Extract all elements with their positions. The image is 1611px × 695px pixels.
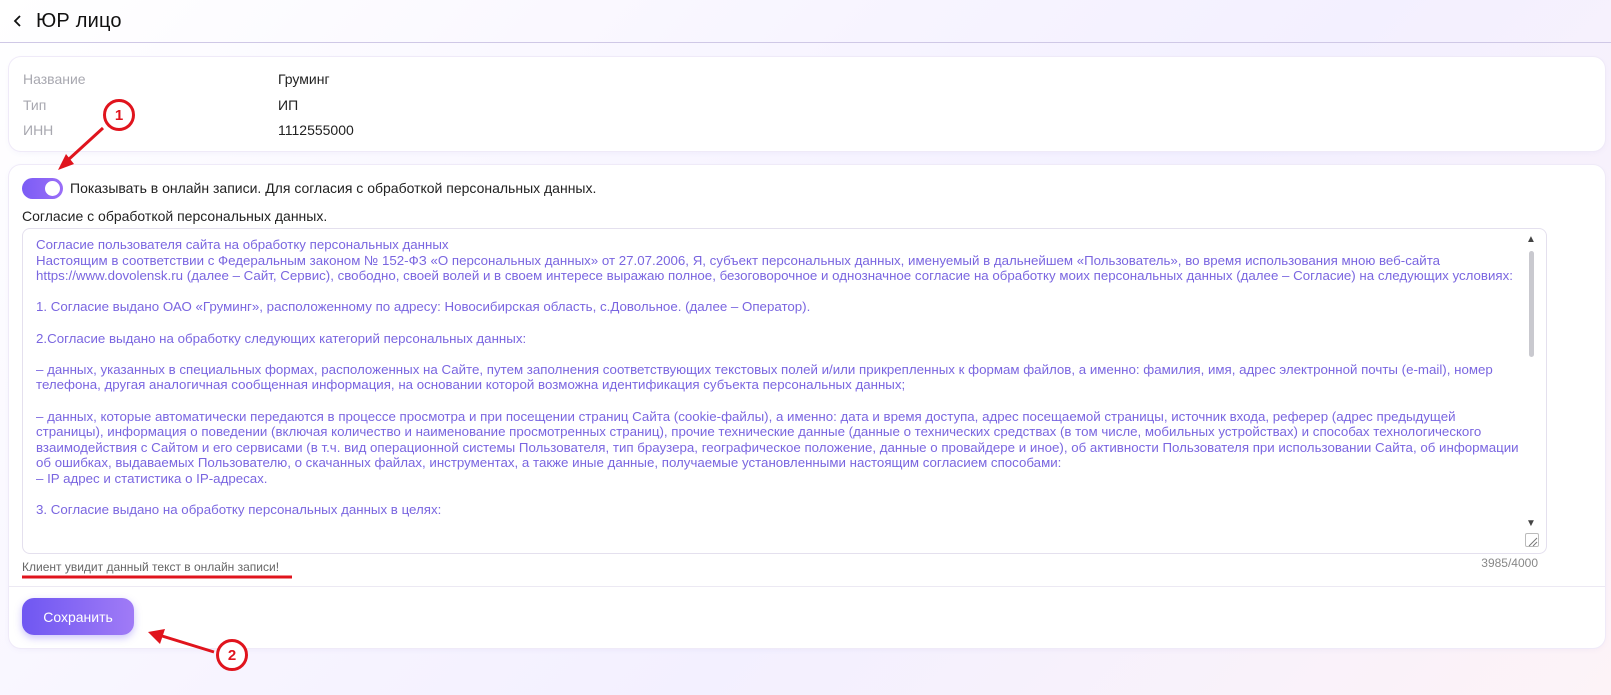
- consent-settings-card: Показывать в онлайн записи. Для согласия…: [9, 165, 1605, 648]
- chevron-left-icon[interactable]: [10, 13, 26, 29]
- consent-section-label: Согласие с обработкой персональных данны…: [22, 208, 328, 224]
- info-value: ИП: [278, 97, 299, 113]
- textarea-scrollbar[interactable]: [1529, 251, 1534, 357]
- info-row-type: Тип ИП: [23, 97, 298, 113]
- info-value: 1112555000: [278, 122, 354, 138]
- scroll-down-icon[interactable]: ▼: [1525, 519, 1537, 529]
- info-row-inn: ИНН 1112555000: [23, 122, 354, 138]
- info-value: Груминг: [278, 71, 330, 87]
- annotation-marker-2: 2: [216, 639, 248, 671]
- consent-text[interactable]: Согласие пользователя сайта на обработку…: [36, 237, 1521, 549]
- show-in-online-booking-toggle[interactable]: [22, 178, 63, 199]
- resize-handle-icon[interactable]: [1525, 533, 1539, 547]
- info-label: ИНН: [23, 122, 54, 138]
- info-row-name: Название Груминг: [23, 71, 330, 87]
- character-counter: 3985/4000: [1481, 556, 1538, 570]
- toggle-knob: [45, 181, 60, 196]
- annotation-marker-1: 1: [103, 99, 135, 131]
- consent-textarea[interactable]: Согласие пользователя сайта на обработку…: [22, 228, 1547, 554]
- top-bar: ЮР лицо: [0, 0, 1611, 43]
- info-label: Тип: [23, 97, 47, 113]
- divider: [9, 586, 1605, 587]
- legal-entity-info-card: Название Груминг Тип ИП ИНН 1112555000: [9, 57, 1605, 151]
- toggle-label: Показывать в онлайн записи. Для согласия…: [70, 180, 597, 196]
- save-button[interactable]: Сохранить: [22, 598, 134, 635]
- info-label: Название: [23, 71, 86, 87]
- scroll-up-icon[interactable]: ▲: [1525, 235, 1537, 245]
- page-title: ЮР лицо: [36, 9, 122, 32]
- client-visibility-hint: Клиент увидит данный текст в онлайн запи…: [22, 560, 280, 574]
